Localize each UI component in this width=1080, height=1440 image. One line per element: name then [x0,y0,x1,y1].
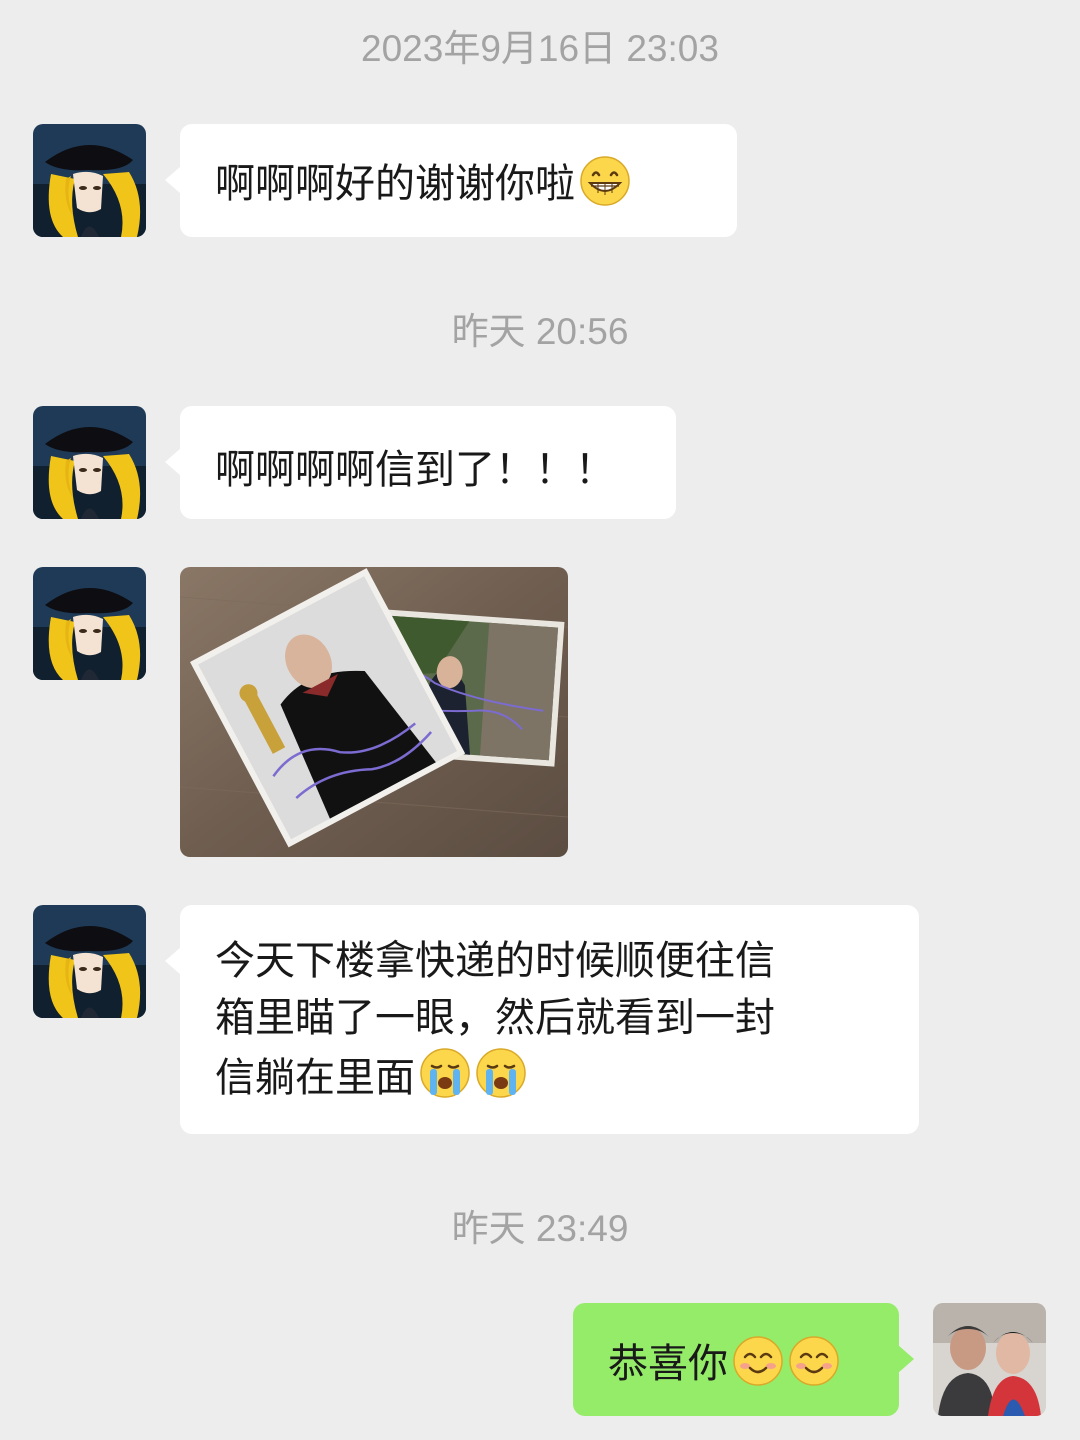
message-line: 今天下楼拿快递的时候顺便往信 [215,938,775,984]
timestamp-1: 2023年9月16日 23:03 [361,28,719,69]
message-bubble-4[interactable]: 恭喜你 [573,1303,914,1416]
message-bubble-1[interactable]: 啊啊啊好的谢谢你啦 [165,124,737,237]
message-text: 啊啊啊啊信到了！！！ [215,447,615,493]
message-bubble-3[interactable]: 今天下楼拿快递的时候顺便往信 箱里瞄了一眼，然后就看到一封 信躺在里面 [165,905,919,1134]
crying-emoji-icon [419,1047,471,1099]
contact-avatar[interactable] [33,567,146,680]
timestamp-3: 昨天 23:49 [451,1208,629,1249]
contact-avatar[interactable] [33,905,146,1018]
timestamp-2: 昨天 20:56 [451,311,629,352]
my-avatar[interactable] [933,1303,1046,1416]
smile-emoji-icon [732,1335,784,1387]
message-line: 信躺在里面 [215,1055,415,1101]
message-text: 啊啊啊好的谢谢你啦 [215,161,575,207]
message-bubble-2[interactable]: 啊啊啊啊信到了！！！ [165,406,676,519]
message-text: 恭喜你 [608,1341,728,1387]
grin-emoji-icon [579,155,631,207]
crying-emoji-icon [475,1047,527,1099]
message-line: 箱里瞄了一眼，然后就看到一封 [215,995,775,1041]
message-image-autographed-photos[interactable] [180,567,568,857]
contact-avatar[interactable] [33,124,146,237]
smile-emoji-icon [788,1335,840,1387]
contact-avatar[interactable] [33,406,146,519]
